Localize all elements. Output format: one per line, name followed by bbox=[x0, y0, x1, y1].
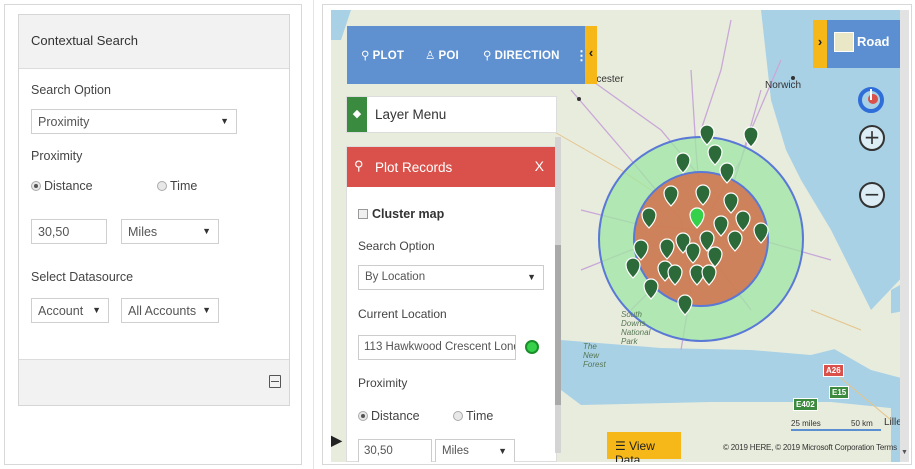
radio-time-label: Time bbox=[170, 179, 198, 193]
current-location-label: Current Location bbox=[358, 307, 447, 321]
road-style-button[interactable]: Road bbox=[827, 20, 905, 68]
search-option-select[interactable]: By Location ▼ bbox=[358, 265, 544, 290]
checkbox-icon bbox=[358, 209, 368, 219]
unit-value: Miles bbox=[128, 225, 158, 239]
unit-select[interactable]: Miles ▼ bbox=[435, 439, 515, 462]
radio-distance-label: Distance bbox=[371, 409, 420, 423]
search-option-value: Proximity bbox=[38, 115, 90, 129]
search-option-label: Search Option bbox=[358, 239, 435, 253]
layer-menu-label: Layer Menu bbox=[375, 107, 447, 122]
radio-distance[interactable]: Distance bbox=[358, 409, 420, 423]
radio-time[interactable]: Time bbox=[453, 409, 493, 423]
map-canvas[interactable]: Leicester Norwich South Downs National P… bbox=[331, 10, 909, 462]
proximity-label: Proximity bbox=[31, 149, 83, 163]
pin-icon: ⚲ bbox=[354, 158, 364, 173]
panel-expand-handle[interactable]: ▶ bbox=[331, 432, 342, 454]
close-button[interactable]: X bbox=[535, 158, 544, 174]
list-icon: ☰ bbox=[615, 439, 630, 453]
radio-unchecked-icon bbox=[453, 411, 463, 421]
scale-miles: 25 miles bbox=[791, 419, 821, 428]
radio-time[interactable]: Time bbox=[157, 179, 197, 193]
scale-bar bbox=[791, 429, 881, 431]
panel-footer bbox=[19, 359, 289, 405]
proximity-label: Proximity bbox=[358, 376, 408, 390]
poi-label: POI bbox=[438, 50, 459, 62]
zoom-in-button[interactable]: + bbox=[859, 125, 885, 151]
unit-select[interactable]: Miles ▼ bbox=[121, 219, 219, 244]
map-copyright[interactable]: © 2019 HERE, © 2019 Microsoft Corporatio… bbox=[723, 443, 897, 452]
radio-time-label: Time bbox=[466, 409, 494, 423]
view-select[interactable]: All Accounts ▼ bbox=[121, 298, 219, 323]
scale-km: 50 km bbox=[851, 419, 873, 428]
current-location-input[interactable]: 113 Hawkwood Crescent London En bbox=[358, 335, 516, 360]
compass-icon[interactable] bbox=[857, 86, 885, 114]
people-icon: ♙ bbox=[425, 50, 436, 62]
cluster-map-checkbox[interactable]: Cluster map bbox=[358, 207, 444, 221]
location-pin-icon[interactable] bbox=[525, 340, 539, 354]
pin-icon: ⚲ bbox=[361, 50, 370, 62]
toolbar-collapse-button[interactable]: ‹ bbox=[585, 26, 597, 84]
road-badge-e402: E402 bbox=[793, 398, 818, 411]
map-scale: 25 miles 50 km Lille bbox=[791, 417, 902, 431]
zoom-out-button[interactable]: − bbox=[859, 182, 885, 208]
chevron-down-icon: ▼ bbox=[220, 116, 229, 126]
plot-button[interactable]: ⚲ PLOT bbox=[361, 48, 404, 62]
radius-input[interactable]: 30,50 bbox=[31, 219, 107, 244]
road-badge-e15: E15 bbox=[829, 386, 850, 399]
road-panel-toggle[interactable]: › bbox=[813, 20, 827, 68]
label-new-forest: The New Forest bbox=[583, 342, 606, 369]
poi-button[interactable]: ♙ POI bbox=[425, 48, 459, 62]
cluster-map-label: Cluster map bbox=[372, 207, 445, 221]
datasource-label: Select Datasource bbox=[31, 270, 134, 284]
entity-value: Account bbox=[38, 304, 84, 318]
plot-label: PLOT bbox=[372, 50, 405, 62]
plot-records-panel: ⚲ Plot Records X Cluster map Search Opti… bbox=[346, 137, 561, 462]
plot-records-title: Plot Records bbox=[375, 160, 453, 175]
label-norwich: Norwich bbox=[765, 80, 802, 91]
unit-value: Miles bbox=[442, 445, 469, 457]
panel-scrollbar[interactable] bbox=[555, 137, 561, 453]
chevron-down-icon: ▼ bbox=[202, 305, 211, 315]
radio-unchecked-icon bbox=[157, 181, 167, 191]
road-badge-a26: A26 bbox=[823, 364, 844, 377]
panel-title: Contextual Search bbox=[19, 15, 289, 69]
chevron-down-icon: ▼ bbox=[527, 272, 536, 282]
road-label: Road bbox=[857, 34, 890, 49]
scrollbar-thumb[interactable] bbox=[555, 245, 561, 405]
road-map-thumbnail-icon bbox=[834, 32, 854, 52]
plot-records-header: ⚲ Plot Records X bbox=[347, 147, 556, 187]
view-data-button[interactable]: ☰ View Data bbox=[607, 432, 681, 462]
chevron-down-icon: ▼ bbox=[92, 305, 101, 315]
pin-cluster bbox=[625, 124, 769, 316]
chevron-down-icon: ▼ bbox=[498, 446, 507, 456]
direction-label: DIRECTION bbox=[494, 50, 560, 62]
divider bbox=[313, 0, 314, 469]
radio-checked-icon bbox=[31, 181, 41, 191]
radius-input[interactable]: 30,50 bbox=[358, 439, 432, 462]
route-icon: ⚲ bbox=[483, 50, 492, 62]
radio-distance[interactable]: Distance bbox=[31, 179, 93, 193]
layers-icon: ◆ bbox=[347, 97, 367, 132]
label-south-downs: South Downs National Park bbox=[621, 310, 651, 346]
search-option-select[interactable]: Proximity ▼ bbox=[31, 109, 237, 134]
chevron-down-icon: ▼ bbox=[202, 226, 211, 236]
radio-distance-label: Distance bbox=[44, 179, 93, 193]
map-toolbar: ⚲ PLOT ♙ POI ⚲ DIRECTION ⋮ bbox=[347, 26, 588, 84]
scroll-down-icon[interactable]: ▼ bbox=[901, 449, 908, 456]
search-option-label: Search Option bbox=[31, 83, 111, 97]
save-icon[interactable] bbox=[269, 375, 281, 388]
layer-menu[interactable]: ◆ Layer Menu bbox=[346, 96, 557, 133]
entity-select[interactable]: Account ▼ bbox=[31, 298, 109, 323]
direction-button[interactable]: ⚲ DIRECTION bbox=[483, 48, 560, 62]
search-option-value: By Location bbox=[365, 271, 426, 283]
contextual-search-panel: Contextual Search Search Option Proximit… bbox=[18, 14, 290, 406]
radio-checked-icon bbox=[358, 411, 368, 421]
view-value: All Accounts bbox=[128, 304, 197, 318]
map-scrollbar[interactable]: ▼ bbox=[900, 10, 909, 462]
